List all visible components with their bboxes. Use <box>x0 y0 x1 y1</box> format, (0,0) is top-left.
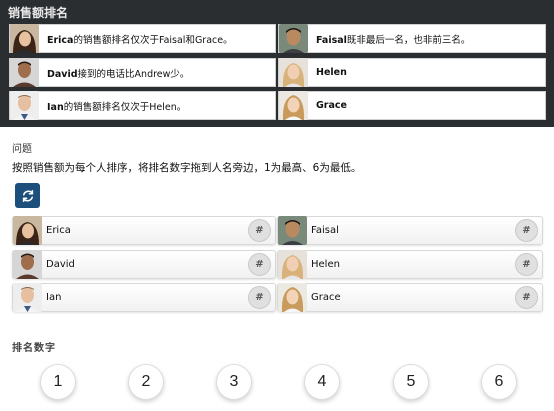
refresh-icon <box>22 189 33 202</box>
rank-chip-3[interactable]: 3 <box>216 364 252 400</box>
david-avatar-icon <box>10 58 39 87</box>
clue-name: Ian <box>47 101 64 113</box>
rank-drop-slot[interactable]: # <box>515 219 538 242</box>
rank-chip-5[interactable]: 5 <box>393 364 429 400</box>
rank-chip-1[interactable]: 1 <box>40 364 76 400</box>
person-name: Ian <box>46 292 62 303</box>
grace-avatar-icon <box>278 283 307 312</box>
clue-name: Erica <box>47 34 74 46</box>
david-avatar-icon <box>13 250 42 279</box>
clue-name: David <box>47 68 78 80</box>
clue-name: Helen <box>316 67 347 78</box>
rank-chip-4[interactable]: 4 <box>304 364 340 400</box>
clue-name: Grace <box>316 100 347 111</box>
question-label: 问题 <box>12 144 32 155</box>
person-name: Helen <box>311 259 340 270</box>
clue-text: 接到的电话比Andrew少。 <box>77 68 190 80</box>
clue-name: Faisal <box>316 34 347 46</box>
erica-avatar-icon <box>10 24 39 53</box>
drop-row-david[interactable]: David # <box>12 250 276 279</box>
drop-row-helen[interactable]: Helen # <box>277 250 543 279</box>
helen-avatar-icon <box>279 58 308 87</box>
clue-row-faisal: Faisal既非最后一名，也非前三名。 <box>278 24 546 53</box>
question-instructions: 按照销售额为每个人排序，将排名数字拖到人名旁边，1为最高、6为最低。 <box>12 162 362 174</box>
erica-avatar-icon <box>13 216 42 245</box>
rank-numbers-label: 排名数字 <box>12 343 56 354</box>
grace-avatar-icon <box>279 91 308 120</box>
drop-row-erica[interactable]: Erica # <box>12 216 276 245</box>
drop-row-ian[interactable]: Ian # <box>12 283 276 312</box>
rank-drop-slot[interactable]: # <box>515 286 538 309</box>
clue-row-grace: Grace <box>278 91 546 120</box>
helen-avatar-icon <box>278 250 307 279</box>
rank-drop-slot[interactable]: # <box>248 219 271 242</box>
faisal-avatar-icon <box>278 216 307 245</box>
clue-row-erica: Erica的销售额排名仅次于Faisal和Grace。 <box>9 24 276 53</box>
drop-row-grace[interactable]: Grace # <box>277 283 543 312</box>
rank-chip-2[interactable]: 2 <box>128 364 164 400</box>
rank-drop-slot[interactable]: # <box>248 286 271 309</box>
clue-text: 的销售额排名仅次于Helen。 <box>63 101 187 113</box>
faisal-avatar-icon <box>279 24 308 53</box>
person-name: Grace <box>311 292 341 303</box>
rank-drop-slot[interactable]: # <box>515 253 538 276</box>
reset-button[interactable] <box>15 183 40 208</box>
clue-row-helen: Helen <box>278 58 546 87</box>
person-name: David <box>46 259 75 270</box>
clue-text: 既非最后一名，也非前三名。 <box>346 34 471 46</box>
ian-avatar-icon <box>13 283 42 312</box>
ian-avatar-icon <box>10 91 39 120</box>
clue-row-david: David接到的电话比Andrew少。 <box>9 58 276 87</box>
rank-drop-slot[interactable]: # <box>248 253 271 276</box>
person-name: Erica <box>46 225 71 236</box>
clue-row-ian: Ian的销售额排名仅次于Helen。 <box>9 91 276 120</box>
drop-row-faisal[interactable]: Faisal # <box>277 216 543 245</box>
clue-text: 的销售额排名仅次于Faisal和Grace。 <box>73 34 233 46</box>
person-name: Faisal <box>311 225 339 236</box>
rank-chip-6[interactable]: 6 <box>481 364 517 400</box>
clues-panel: 销售额排名 Erica的销售额排名仅次于Faisal和Grace。 Faisal… <box>0 0 554 127</box>
clues-title: 销售额排名 <box>8 6 69 20</box>
